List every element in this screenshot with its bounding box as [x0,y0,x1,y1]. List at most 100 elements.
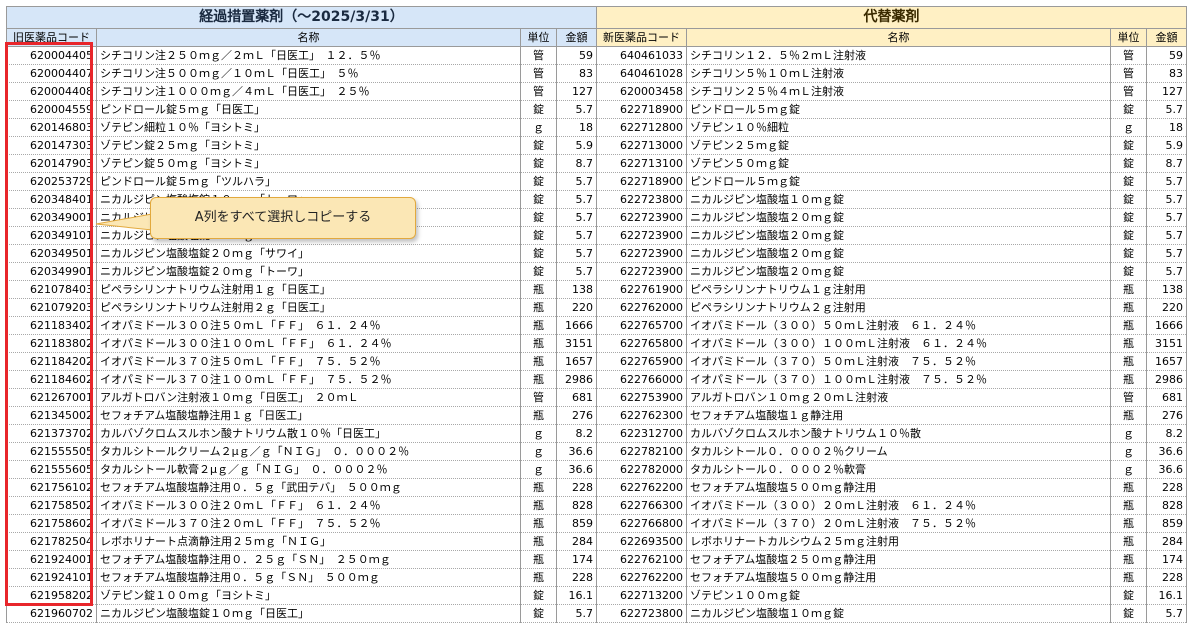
cell-new-price[interactable]: 36.6 [1146,442,1187,461]
table-row[interactable]: 621184202 イオパミドール３７０注５０ｍＬ「ＦＦ」 ７５．５２％瓶 1657… [6,352,1187,371]
cell-old-code[interactable]: 620146803 [6,118,97,137]
cell-old-name[interactable]: ピペラシリンナトリウム注射用２ｇ「日医工」 [96,298,521,317]
cell-new-unit[interactable]: ｇ [1110,118,1147,137]
cell-new-name[interactable]: セフォチアム塩酸塩２５０ｍｇ静注用 [686,550,1111,569]
table-row[interactable]: 620349501 ニカルジピン塩酸塩錠２０ｍｇ「サワイ」錠 5.7 62272390… [6,244,1187,263]
cell-old-unit[interactable]: ｇ [520,460,557,479]
cell-old-price[interactable]: 5.7 [556,262,597,281]
cell-new-name[interactable]: イオパミドール（３７０）５０ｍＬ注射液 ７５．５２％ [686,352,1111,371]
cell-old-name[interactable]: シチコリン注５００ｍｇ／１０ｍＬ「日医工」 ５％ [96,64,521,83]
cell-new-price[interactable]: 5.7 [1146,244,1187,263]
cell-old-unit[interactable]: 錠 [520,154,557,173]
cell-new-price[interactable]: 36.6 [1146,460,1187,479]
cell-old-name[interactable]: ニカルジピン塩酸塩錠２０ｍｇ「トーワ」 [96,262,521,281]
cell-new-code[interactable]: 622723900 [596,262,687,281]
cell-new-code[interactable]: 622723900 [596,226,687,245]
cell-new-price[interactable]: 5.7 [1146,190,1187,209]
cell-old-price[interactable]: 138 [556,280,597,299]
cell-new-name[interactable]: イオパミドール（３００）１００ｍＬ注射液 ６１．２４％ [686,334,1111,353]
cell-old-code[interactable]: 621555505 [6,442,97,461]
cell-old-name[interactable]: シチコリン注２５０ｍｇ／２ｍＬ「日医工」 １２．５％ [96,46,521,65]
cell-old-name[interactable]: ピンドロール錠５ｍｇ「日医工」 [96,100,521,119]
table-row[interactable]: 620349901 ニカルジピン塩酸塩錠２０ｍｇ「トーワ」錠 5.7 62272390… [6,262,1187,281]
cell-old-code[interactable]: 620349001 [6,208,97,227]
cell-old-name[interactable]: カルバゾクロムスルホン酸ナトリウム散１０％「日医工」 [96,424,521,443]
cell-old-code[interactable]: 621184602 [6,370,97,389]
cell-new-price[interactable]: 59 [1146,46,1187,65]
cell-new-price[interactable]: 5.7 [1146,604,1187,623]
cell-new-name[interactable]: ピペラシリンナトリウム２ｇ注射用 [686,298,1111,317]
cell-new-unit[interactable]: 瓶 [1110,352,1147,371]
cell-new-price[interactable]: 681 [1146,388,1187,407]
cell-old-code[interactable]: 620004559 [6,100,97,119]
cell-old-name[interactable]: イオパミドール３７０注５０ｍＬ「ＦＦ」 ７５．５２％ [96,352,521,371]
cell-old-unit[interactable]: 瓶 [520,370,557,389]
cell-new-price[interactable]: 5.7 [1146,226,1187,245]
cell-old-code[interactable]: 621184202 [6,352,97,371]
cell-old-code[interactable]: 620004407 [6,64,97,83]
cell-old-price[interactable]: 228 [556,478,597,497]
cell-new-price[interactable]: 284 [1146,532,1187,551]
cell-new-code[interactable]: 622782100 [596,442,687,461]
cell-old-price[interactable]: 2986 [556,370,597,389]
cell-new-name[interactable]: ピペラシリンナトリウム１ｇ注射用 [686,280,1111,299]
cell-new-price[interactable]: 859 [1146,514,1187,533]
cell-new-price[interactable]: 5.7 [1146,262,1187,281]
table-row[interactable]: 621183402 イオパミドール３００注５０ｍＬ「ＦＦ」 ６１．２４％瓶 1666… [6,316,1187,335]
table-row[interactable]: 621267001 アルガトロバン注射液１０ｍｇ「日医工」 ２０ｍＬ 管 681 622… [6,388,1187,407]
cell-new-code[interactable]: 622713200 [596,586,687,605]
cell-new-code[interactable]: 622712800 [596,118,687,137]
cell-old-code[interactable]: 621958202 [6,586,97,605]
cell-new-unit[interactable]: 管 [1110,388,1147,407]
table-row[interactable]: 620004407 シチコリン注５００ｍｇ／１０ｍＬ「日医工」 ５％管 83 6404… [6,64,1187,83]
cell-new-name[interactable]: イオパミドール（３００）２０ｍＬ注射液 ６１．２４％ [686,496,1111,515]
cell-new-code[interactable]: 622762200 [596,478,687,497]
cell-new-name[interactable]: アルガトロバン１０ｍｇ２０ｍＬ注射液 [686,388,1111,407]
cell-old-code[interactable]: 620349101 [6,226,97,245]
col-header-old-unit[interactable]: 単位 [520,28,557,47]
table-row[interactable]: 620004405 シチコリン注２５０ｍｇ／２ｍＬ「日医工」 １２．５％管 59 64… [6,46,1187,65]
cell-old-price[interactable]: 8.7 [556,154,597,173]
cell-new-name[interactable]: ゾテピン１００ｍｇ錠 [686,586,1111,605]
cell-old-unit[interactable]: 瓶 [520,496,557,515]
cell-old-unit[interactable]: 瓶 [520,514,557,533]
cell-old-unit[interactable]: 錠 [520,244,557,263]
cell-old-unit[interactable]: 瓶 [520,550,557,569]
cell-new-price[interactable]: 5.7 [1146,100,1187,119]
cell-new-name[interactable]: ゾテピン１０％細粒 [686,118,1111,137]
table-row[interactable]: 621345002 セフォチアム塩酸塩静注用１ｇ「日医工」瓶 276 62276230… [6,406,1187,425]
cell-old-name[interactable]: セフォチアム塩酸塩静注用０．２５ｇ「ＳＮ」 ２５０ｍｇ [96,550,521,569]
cell-new-code[interactable]: 622762100 [596,550,687,569]
cell-new-unit[interactable]: 錠 [1110,136,1147,155]
cell-old-unit[interactable]: 管 [520,64,557,83]
cell-old-unit[interactable]: 錠 [520,262,557,281]
cell-old-unit[interactable]: ｇ [520,118,557,137]
cell-new-code[interactable]: 622762300 [596,406,687,425]
cell-old-code[interactable]: 620004408 [6,82,97,101]
cell-old-name[interactable]: ピンドロール錠５ｍｇ「ツルハラ」 [96,172,521,191]
cell-old-code[interactable]: 621924001 [6,550,97,569]
cell-new-unit[interactable]: ｇ [1110,442,1147,461]
table-row[interactable]: 620147903 ゾテピン錠５０ｍｇ「ヨシトミ」錠 8.7 622713100 ゾテピ… [6,154,1187,173]
cell-old-price[interactable]: 127 [556,82,597,101]
cell-old-name[interactable]: セフォチアム塩酸塩静注用０．５ｇ「武田テバ」 ５００ｍｇ [96,478,521,497]
cell-new-unit[interactable]: 瓶 [1110,406,1147,425]
cell-new-unit[interactable]: 瓶 [1110,568,1147,587]
cell-new-code[interactable]: 622782000 [596,460,687,479]
cell-new-code[interactable]: 622765800 [596,334,687,353]
cell-new-name[interactable]: セフォチアム塩酸塩５００ｍｇ静注用 [686,568,1111,587]
cell-new-unit[interactable]: 錠 [1110,604,1147,623]
cell-new-code[interactable]: 622762200 [596,568,687,587]
cell-new-price[interactable]: 828 [1146,496,1187,515]
cell-new-code[interactable]: 622765700 [596,316,687,335]
cell-new-unit[interactable]: 錠 [1110,208,1147,227]
cell-new-unit[interactable]: 瓶 [1110,280,1147,299]
spreadsheet-table[interactable]: 経過措置薬剤（〜2025/3/31） 代替薬剤 旧医薬品コード 名称 単位 金額… [6,6,1187,623]
cell-old-price[interactable]: 828 [556,496,597,515]
cell-new-price[interactable]: 3151 [1146,334,1187,353]
cell-old-price[interactable]: 83 [556,64,597,83]
cell-new-name[interactable]: ニカルジピン塩酸塩２０ｍｇ錠 [686,226,1111,245]
cell-new-unit[interactable]: ｇ [1110,424,1147,443]
cell-new-price[interactable]: 18 [1146,118,1187,137]
cell-old-unit[interactable]: 錠 [520,136,557,155]
